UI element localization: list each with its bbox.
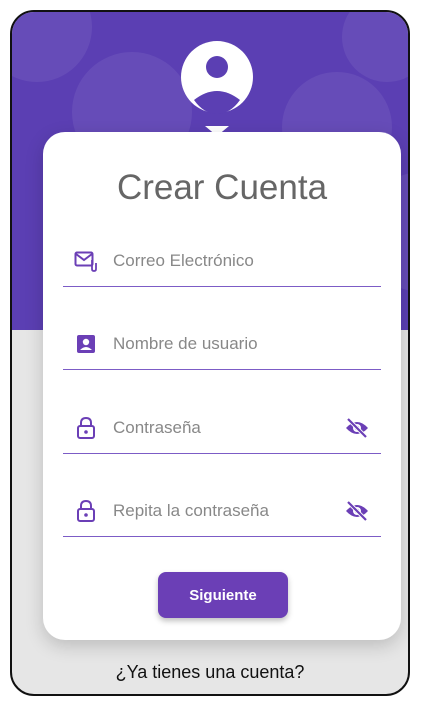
username-placeholder: Nombre de usuario xyxy=(113,333,258,353)
username-field[interactable]: Nombre de usuario xyxy=(63,318,381,370)
email-placeholder: Correo Electrónico xyxy=(113,250,254,270)
decor-bubble xyxy=(12,12,92,82)
repeat-password-field[interactable]: Repita la contraseña xyxy=(63,485,381,537)
decor-bubble xyxy=(342,12,408,82)
email-field[interactable]: Correo Electrónico xyxy=(63,235,381,287)
password-field[interactable]: Contraseña xyxy=(63,402,381,454)
id-card-icon xyxy=(73,331,99,357)
password-placeholder: Contraseña xyxy=(113,417,201,437)
signup-card: Crear Cuenta Correo Electrónico Nombre d… xyxy=(43,132,401,640)
phone-frame: Crear Cuenta Correo Electrónico Nombre d… xyxy=(10,10,410,696)
login-link[interactable]: ¿Ya tienes una cuenta? xyxy=(12,662,408,683)
mail-attachment-icon xyxy=(73,248,99,274)
user-pin-icon xyxy=(180,40,254,136)
lock-icon xyxy=(73,415,99,441)
eye-off-icon[interactable] xyxy=(343,417,371,439)
eye-off-icon[interactable] xyxy=(343,500,371,522)
page-title: Crear Cuenta xyxy=(116,168,328,207)
next-button[interactable]: Siguiente xyxy=(158,572,288,618)
lock-icon xyxy=(73,498,99,524)
repeat-password-placeholder: Repita la contraseña xyxy=(113,500,269,520)
